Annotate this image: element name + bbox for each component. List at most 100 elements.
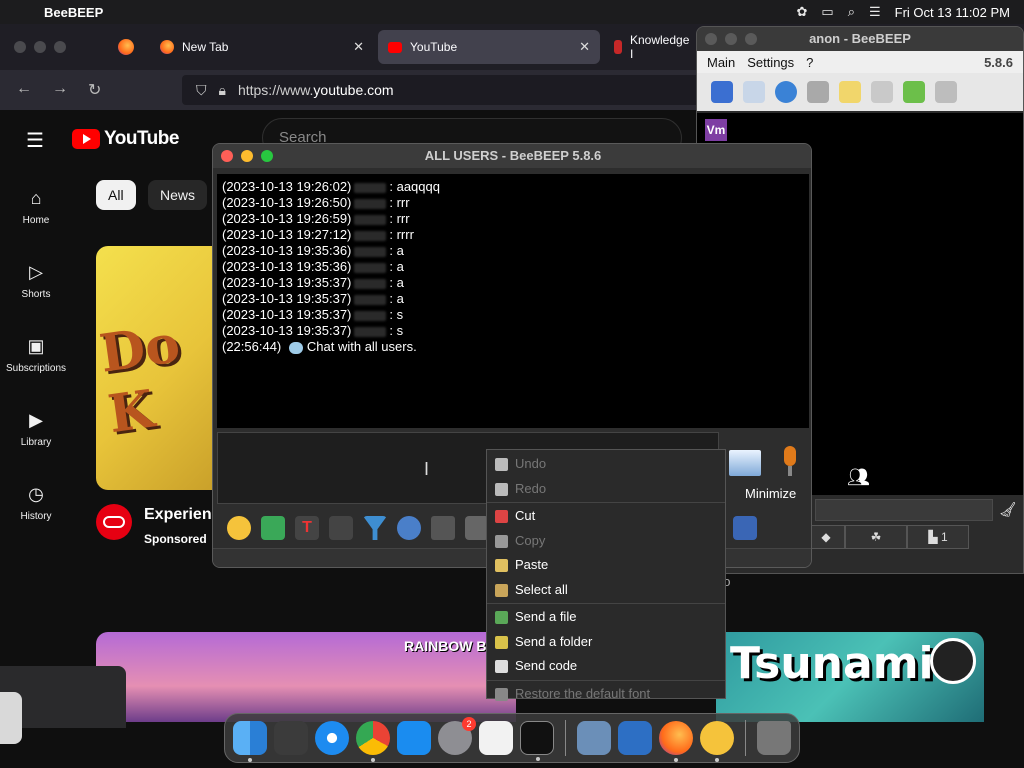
forward-arrow-icon[interactable]: → <box>52 80 68 98</box>
firefox-icon[interactable] <box>659 721 693 762</box>
clear-icon[interactable]: 🧹︎ <box>999 501 1017 518</box>
spotlight-search-icon[interactable]: ⌕ <box>848 4 855 20</box>
menu-item-restore-the-default-font[interactable]: Restore the default font <box>487 682 725 707</box>
video-thumbnail[interactable]: Tsunami <box>716 632 984 722</box>
groups-tab-icon[interactable]: ☘ <box>845 525 907 549</box>
video-thumbnail[interactable]: Do K <box>96 246 216 490</box>
spellcheck-icon[interactable] <box>431 516 455 540</box>
hamburger-menu-icon[interactable]: ☰ <box>26 128 44 153</box>
group-count-tab[interactable]: ▙ 1 <box>907 525 969 549</box>
video-title[interactable]: Experienc <box>144 506 220 524</box>
url-bar[interactable]: ⛉ 🔒︎ https://www.youtube.com <box>182 75 712 105</box>
sidebar-item-history[interactable]: ◷ History <box>0 484 72 522</box>
menu-item-redo[interactable]: Redo <box>487 477 725 502</box>
chip-news[interactable]: News <box>148 180 208 210</box>
microphone-icon[interactable] <box>779 446 801 478</box>
chrome-icon[interactable] <box>356 721 390 762</box>
screen-mirroring-icon[interactable]: ▭ <box>821 4 833 20</box>
minimize-button[interactable]: Minimize <box>745 486 796 501</box>
chats-tab-icon[interactable]: ◆ <box>807 525 845 549</box>
beebeep-main-titlebar[interactable]: anon - BeeBEEP <box>697 27 1023 51</box>
minimize-window-button[interactable] <box>725 33 737 45</box>
zoom-window-button[interactable] <box>261 150 273 162</box>
trash-icon[interactable] <box>935 81 957 103</box>
close-window-button[interactable] <box>14 41 26 53</box>
send-message-icon[interactable] <box>729 450 761 476</box>
notification-badge: 2 <box>462 717 476 731</box>
system-settings-icon[interactable]: 2 <box>438 717 476 755</box>
chat-history[interactable]: (2023-10-13 19:26:02): aaqqqq (2023-10-13… <box>217 174 809 428</box>
back-arrow-icon[interactable]: ← <box>16 80 32 98</box>
channel-avatar[interactable] <box>96 504 132 540</box>
safari-icon[interactable] <box>315 721 349 755</box>
close-tab-icon[interactable]: ✕ <box>579 39 590 55</box>
menu-item-send-a-folder[interactable]: Send a folder <box>487 630 725 655</box>
emoticon-icon[interactable] <box>227 516 251 540</box>
status-message-input[interactable] <box>815 499 993 521</box>
send-mail-icon[interactable] <box>261 516 285 540</box>
youtube-logo[interactable]: YouTube <box>72 128 179 150</box>
launchpad-icon[interactable] <box>274 721 308 755</box>
minimize-window-button[interactable] <box>34 41 46 53</box>
tab-new-tab[interactable]: New Tab ✕ <box>150 30 374 64</box>
zoom-window-button[interactable] <box>54 41 66 53</box>
app-store-icon[interactable] <box>397 721 431 755</box>
active-app-name[interactable]: BeeBEEP <box>44 5 103 20</box>
settings-gear-icon[interactable] <box>397 516 421 540</box>
sidebar-item-home[interactable]: ⌂ Home <box>0 188 72 226</box>
plugins-icon[interactable] <box>871 81 893 103</box>
textedit-icon[interactable] <box>479 721 513 755</box>
terminal-icon[interactable] <box>520 721 554 761</box>
sidebar-item-subscriptions[interactable]: ▣ Subscriptions <box>0 336 72 374</box>
trash-icon[interactable] <box>757 721 791 755</box>
user-profile-icon[interactable] <box>711 81 733 103</box>
inbox-icon[interactable] <box>807 81 829 103</box>
chip-all[interactable]: All <box>96 180 136 210</box>
video-thumbnail[interactable]: RAINBOW B <box>96 632 516 722</box>
font-color-icon[interactable] <box>329 516 353 540</box>
beebeep-icon[interactable] <box>700 721 734 762</box>
notes-icon[interactable] <box>839 81 861 103</box>
menubar-clock[interactable]: Fri Oct 13 11:02 PM <box>895 5 1010 20</box>
menu-main[interactable]: Main <box>707 55 735 70</box>
sidebar-item-shorts[interactable]: ▷ Shorts <box>0 262 72 300</box>
lock-icon[interactable]: 🔒︎ <box>219 82 226 99</box>
chat-window-titlebar[interactable]: ALL USERS - BeeBEEP 5.8.6 <box>213 144 811 168</box>
zoom-window-button[interactable] <box>745 33 757 45</box>
user-avatar[interactable]: Vm <box>705 119 727 141</box>
menu-item-select-all[interactable]: Select all <box>487 578 725 603</box>
network-icon[interactable] <box>775 81 797 103</box>
menu-item-paste[interactable]: Paste <box>487 553 725 578</box>
menu-item-send-code[interactable]: Send code <box>487 654 725 679</box>
remote-desktop-icon[interactable] <box>618 721 652 755</box>
file-sharing-icon[interactable] <box>903 81 925 103</box>
font-style-icon[interactable]: T <box>295 516 319 540</box>
close-window-button[interactable] <box>221 150 233 162</box>
minimize-window-button[interactable] <box>241 150 253 162</box>
menu-item-label: Paste <box>515 557 549 572</box>
thumbnail-text: RAINBOW B <box>404 638 487 654</box>
beebeep-status-icon[interactable]: ✿ <box>797 4 808 20</box>
tracking-shield-icon[interactable]: ⛉ <box>196 82 207 99</box>
menu-settings[interactable]: Settings <box>747 55 794 70</box>
menu-item-cut[interactable]: Cut <box>487 504 725 529</box>
save-chat-icon[interactable] <box>733 516 757 540</box>
tab-youtube[interactable]: YouTube ✕ <box>378 30 600 64</box>
filter-icon[interactable] <box>363 516 387 540</box>
edit-status-icon[interactable] <box>743 81 765 103</box>
preview-icon[interactable] <box>577 721 611 755</box>
close-tab-icon[interactable]: ✕ <box>353 39 364 55</box>
finder-item-icon[interactable] <box>0 692 22 744</box>
control-center-icon[interactable]: ☰ <box>869 4 881 20</box>
tab-knowledge[interactable]: Knowledge I <box>604 30 696 64</box>
menu-help[interactable]: ? <box>806 55 813 70</box>
finder-icon[interactable] <box>233 721 267 762</box>
close-window-button[interactable] <box>705 33 717 45</box>
firefox-view-icon[interactable] <box>118 39 134 55</box>
sidebar-item-library[interactable]: ▶ Library <box>0 410 72 448</box>
redacted-username <box>354 278 387 289</box>
menu-item-copy[interactable]: Copy <box>487 529 725 554</box>
menu-item-send-a-file[interactable]: Send a file <box>487 605 725 630</box>
reload-icon[interactable]: ↻ <box>88 80 101 100</box>
menu-item-undo[interactable]: Undo <box>487 452 725 477</box>
